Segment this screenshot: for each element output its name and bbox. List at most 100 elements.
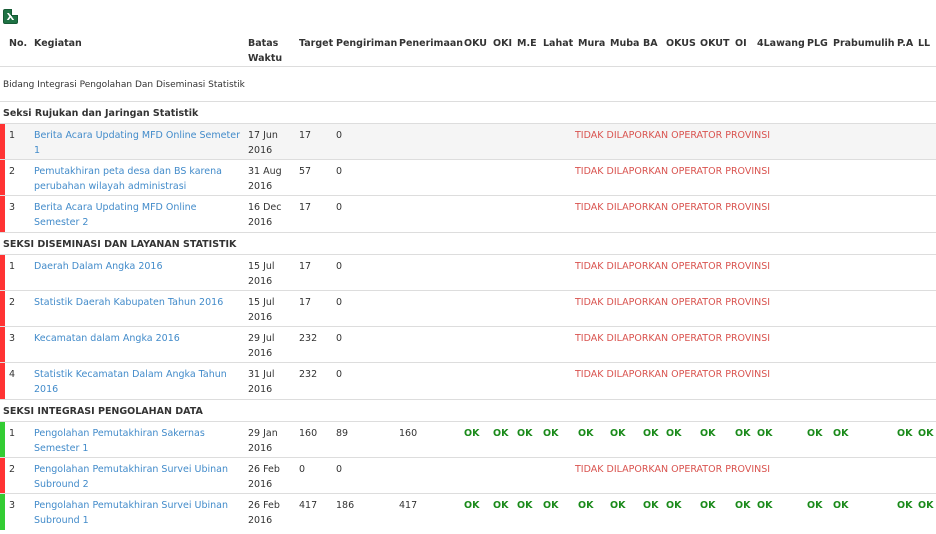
status-bar-green	[0, 422, 5, 458]
batas-date: 15 Jul	[248, 261, 275, 272]
col-header-ll: LL	[918, 38, 931, 49]
table-row: 3 Kecamatan dalam Angka 2016 29 Jul 2016 232…	[0, 326, 936, 363]
ok-status-muba: OK	[610, 428, 626, 439]
ok-status-mura: OK	[578, 428, 594, 439]
batas-date: 31 Aug	[248, 166, 282, 177]
col-header-oku: OKU	[464, 38, 487, 49]
target-value: 17	[299, 297, 312, 308]
pengiriman-value: 89	[336, 428, 349, 439]
table-row: 4 Statistik Kecamatan Dalam Angka Tahun 2…	[0, 362, 936, 399]
status-bar-red	[0, 196, 5, 232]
header-divider	[0, 66, 936, 67]
col-header-okut: OKUT	[700, 38, 730, 49]
batas-year: 2016	[248, 276, 273, 287]
col-header-okus: OKUS	[666, 38, 696, 49]
row-number: 3	[9, 333, 16, 344]
kegiatan-link[interactable]: Pemutakhiran peta desa dan BS karena per…	[34, 164, 244, 194]
status-text: TIDAK DILAPORKAN OPERATOR PROVINSI	[575, 333, 771, 344]
batas-date: 29 Jan	[248, 428, 278, 439]
ok-status-ll: OK	[918, 428, 934, 439]
ok-status-ba: OK	[643, 428, 659, 439]
col-header-pengiriman: Pengiriman	[336, 38, 398, 49]
pengiriman-value: 0	[336, 130, 343, 141]
pengiriman-value: 0	[336, 202, 343, 213]
batas-year: 2016	[248, 384, 273, 395]
table-row: 1 Berita Acara Updating MFD Online Semete…	[0, 123, 936, 160]
row-number: 2	[9, 297, 16, 308]
ok-status-pa: OK	[897, 428, 913, 439]
ok-status-empatlawang: OK	[757, 428, 773, 439]
col-header-no: No.	[9, 38, 28, 49]
kegiatan-link[interactable]: Kecamatan dalam Angka 2016	[34, 331, 244, 346]
table-row: 2 Pengolahan Pemutakhiran Survei Ubinan S…	[0, 457, 936, 494]
ok-status-lahat: OK	[543, 428, 559, 439]
status-text: TIDAK DILAPORKAN OPERATOR PROVINSI	[575, 130, 771, 141]
row-number: 2	[9, 166, 16, 177]
table-row: 3 Pengolahan Pemutakhiran Survei Ubinan S…	[0, 493, 936, 530]
ok-status-prabumulih: OK	[833, 428, 849, 439]
table-row: 1 Daerah Dalam Angka 2016 15 Jul 2016 17 0 TID…	[0, 254, 936, 291]
batas-date: 15 Jul	[248, 297, 275, 308]
pengiriman-value: 0	[336, 297, 343, 308]
status-text: TIDAK DILAPORKAN OPERATOR PROVINSI	[575, 369, 771, 380]
batas-year: 2016	[248, 181, 273, 192]
section-divider	[0, 399, 936, 400]
status-bar-red	[0, 327, 5, 363]
ok-status-okut: OK	[700, 500, 716, 511]
kegiatan-link[interactable]: Daerah Dalam Angka 2016	[34, 259, 244, 274]
penerimaan-value: 417	[399, 500, 418, 511]
ok-status-oki: OK	[493, 500, 509, 511]
batas-year: 2016	[248, 217, 273, 228]
batas-waktu: 31 Jul 2016	[248, 367, 275, 397]
col-header-oi: OI	[735, 38, 747, 49]
kegiatan-link[interactable]: Statistik Kecamatan Dalam Angka Tahun 20…	[34, 367, 244, 397]
pengiriman-value: 0	[336, 333, 343, 344]
batas-year: 2016	[248, 348, 273, 359]
col-header-batas-waktu: Batas Waktu	[248, 36, 282, 66]
row-number: 2	[9, 464, 16, 475]
row-number: 1	[9, 428, 16, 439]
ok-status-plg: OK	[807, 428, 823, 439]
status-text: TIDAK DILAPORKAN OPERATOR PROVINSI	[575, 166, 771, 177]
batas-year: 2016	[248, 443, 273, 454]
kegiatan-link[interactable]: Pengolahan Pemutakhiran Survei Ubinan Su…	[34, 498, 244, 528]
batas-date: 26 Feb	[248, 464, 280, 475]
col-header-plg: PLG	[807, 38, 828, 49]
kegiatan-link[interactable]: Berita Acara Updating MFD Online Semeter…	[34, 128, 244, 158]
batas-waktu: 26 Feb 2016	[248, 462, 280, 492]
bidang-title: Bidang Integrasi Pengolahan Dan Disemina…	[3, 80, 245, 90]
ok-status-oki: OK	[493, 428, 509, 439]
batas-waktu: 29 Jan 2016	[248, 426, 278, 456]
kegiatan-link[interactable]: Berita Acara Updating MFD Online Semeste…	[34, 200, 244, 230]
ok-status-prabumulih: OK	[833, 500, 849, 511]
batas-waktu: 16 Dec 2016	[248, 200, 282, 230]
target-value: 17	[299, 261, 312, 272]
col-header-mura: Mura	[578, 38, 606, 49]
ok-status-me: OK	[517, 500, 533, 511]
batas-waktu: 15 Jul 2016	[248, 295, 275, 325]
batas-waktu: 26 Feb 2016	[248, 498, 280, 528]
status-text: TIDAK DILAPORKAN OPERATOR PROVINSI	[575, 202, 771, 213]
pengiriman-value: 0	[336, 166, 343, 177]
section-title: SEKSI DISEMINASI DAN LAYANAN STATISTIK	[3, 239, 237, 250]
target-value: 417	[299, 500, 318, 511]
pengiriman-value: 0	[336, 369, 343, 380]
col-header-lahat: Lahat	[543, 38, 574, 49]
kegiatan-link[interactable]: Statistik Daerah Kabupaten Tahun 2016	[34, 295, 244, 310]
table-row: 2 Statistik Daerah Kabupaten Tahun 2016 15…	[0, 290, 936, 327]
batas-date: 29 Jul	[248, 333, 275, 344]
kegiatan-link[interactable]: Pengolahan Pemutakhiran Sakernas Semeste…	[34, 426, 244, 456]
batas-waktu: 17 Jun 2016	[248, 128, 278, 158]
ok-status-oku: OK	[464, 428, 480, 439]
table-row: 2 Pemutakhiran peta desa dan BS karena pe…	[0, 159, 936, 196]
row-number: 1	[9, 130, 16, 141]
status-bar-red	[0, 291, 5, 327]
section-divider	[0, 232, 936, 233]
batas-year: 2016	[248, 515, 273, 526]
col-header-oki: OKI	[493, 38, 512, 49]
kegiatan-link[interactable]: Pengolahan Pemutakhiran Survei Ubinan Su…	[34, 462, 244, 492]
excel-export-icon[interactable]: X	[3, 9, 18, 24]
section-title: SEKSI INTEGRASI PENGOLAHAN DATA	[3, 406, 203, 417]
row-number: 1	[9, 261, 16, 272]
status-bar-red	[0, 363, 5, 399]
